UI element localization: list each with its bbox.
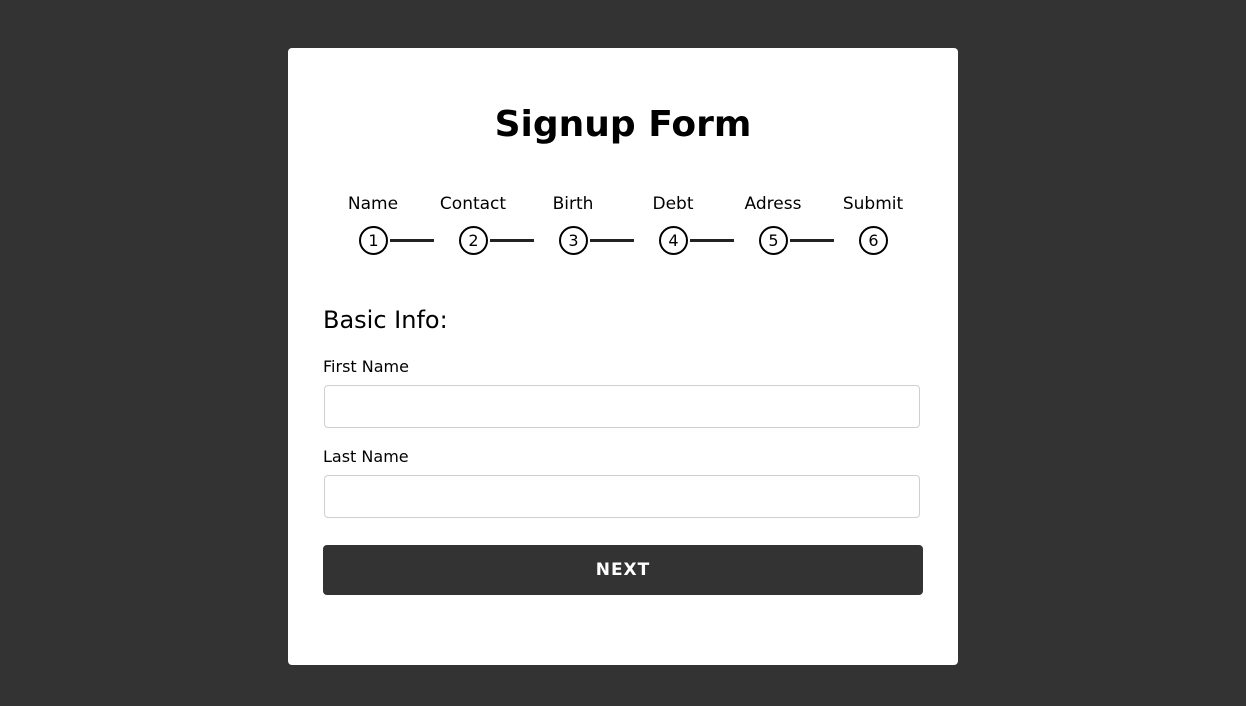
step-number-circle: 3 [559, 226, 588, 255]
last-name-label: Last Name [323, 447, 409, 466]
step-label: Submit [842, 194, 904, 214]
section-title: Basic Info: [323, 306, 448, 334]
step-number-circle: 5 [759, 226, 788, 255]
next-button[interactable]: NEXT [323, 545, 923, 595]
step-label: Debt [652, 194, 694, 214]
step-label: Name [347, 194, 399, 214]
first-name-label: First Name [323, 357, 409, 376]
step-number-circle: 1 [359, 226, 388, 255]
step-number-circle: 2 [459, 226, 488, 255]
signup-card: Signup Form Name 1 Contact 2 Birth 3 Deb… [288, 48, 958, 665]
step-connector [490, 239, 534, 242]
step-connector [790, 239, 834, 242]
step-connector [390, 239, 434, 242]
step-connector [690, 239, 734, 242]
first-name-input[interactable] [324, 385, 920, 428]
step-number-circle: 6 [859, 226, 888, 255]
step-label: Birth [552, 194, 594, 214]
last-name-input[interactable] [324, 475, 920, 518]
step-number-circle: 4 [659, 226, 688, 255]
step-label: Adress [744, 194, 802, 214]
form-title: Signup Form [494, 104, 752, 145]
step-connector [590, 239, 634, 242]
step-label: Contact [439, 194, 507, 214]
